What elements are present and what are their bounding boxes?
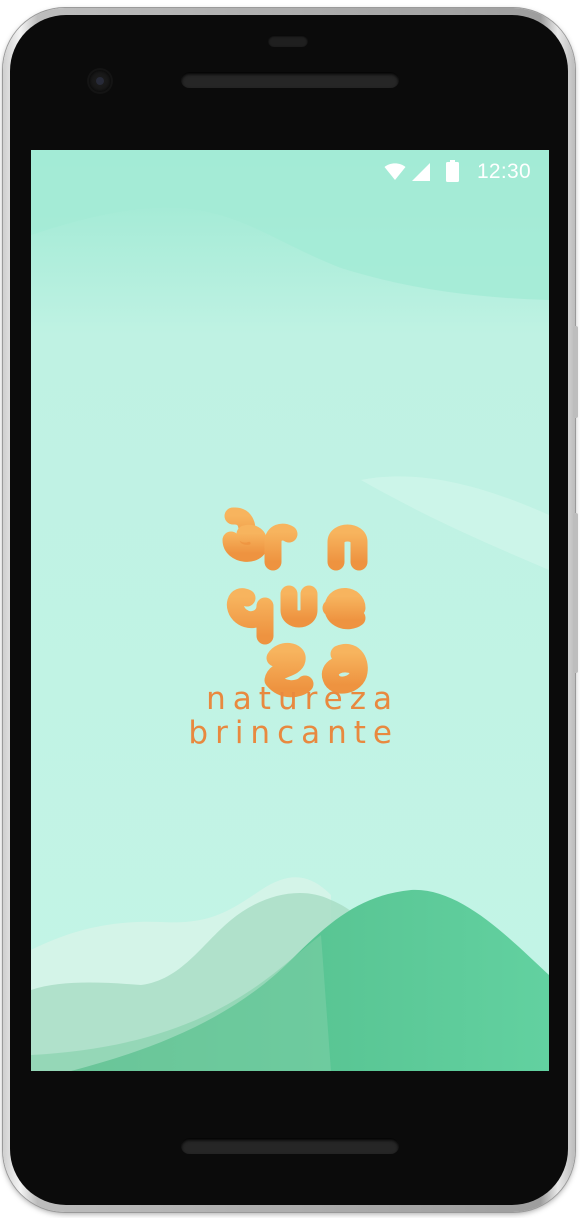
signal-icon bbox=[412, 163, 430, 181]
status-time: 12:30 bbox=[476, 160, 531, 183]
power-button bbox=[573, 513, 578, 673]
splash-screen: 12:30 natureza brincante bbox=[31, 150, 549, 1071]
bottom-speaker-grille bbox=[181, 1138, 399, 1154]
wifi-icon bbox=[384, 163, 406, 180]
front-camera bbox=[89, 70, 111, 92]
tagline-brincante: brincante bbox=[188, 715, 399, 751]
top-speaker-grille bbox=[181, 72, 399, 88]
tagline-natureza: natureza bbox=[206, 681, 399, 717]
status-bar: 12:30 bbox=[31, 150, 549, 194]
earpiece-notch bbox=[268, 35, 308, 47]
battery-icon bbox=[446, 160, 459, 182]
volume-button bbox=[573, 326, 578, 418]
